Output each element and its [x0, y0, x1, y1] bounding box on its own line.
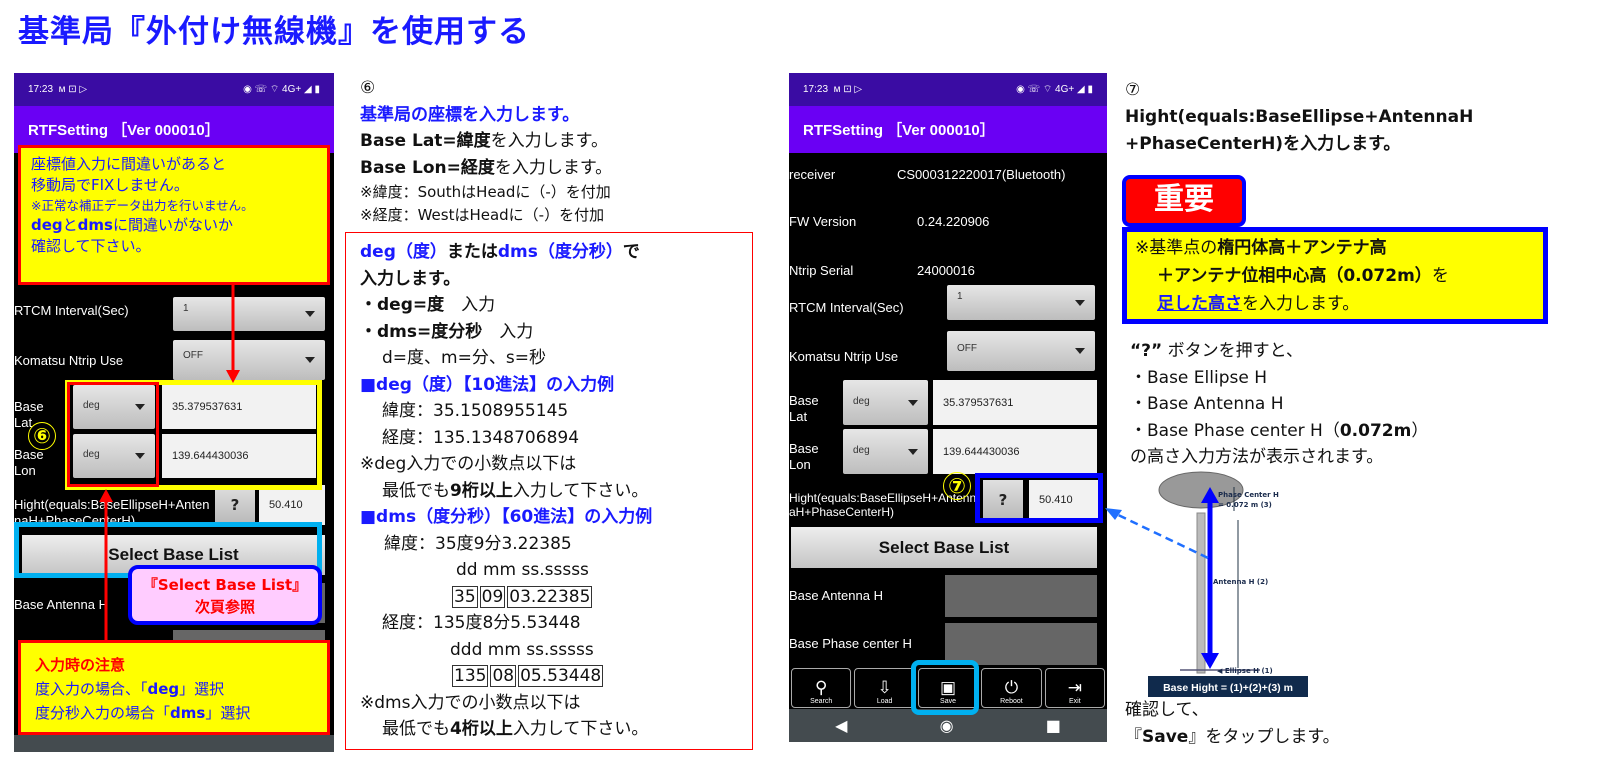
step-7-marker: ⑦: [943, 472, 971, 500]
back-icon[interactable]: ◀: [835, 716, 847, 735]
important-badge: 重要: [1122, 175, 1246, 227]
pole: [1196, 512, 1206, 674]
antenna-height-diagram: Phase Center H = 0.072 m (3) Antenna H (…: [1105, 471, 1308, 697]
select-base-list-callout: 『Select Base List』 次頁参照: [128, 565, 322, 625]
height-note-box: ※基準点の楕円体高＋アンテナ高 ＋アンテナ位相中心高（0.072m）を 足した高…: [1122, 227, 1548, 324]
load-icon: ⇩: [877, 678, 892, 697]
coordinate-warning-callout: 座標値入力に間違いがあると 移動局でFIXしません。 ※正常な補正データ出力を行い…: [18, 145, 330, 285]
phase-label: Base Phase center H: [789, 636, 912, 651]
base-hight-formula: Base Hight = (1)+(2)+(3) m: [1163, 682, 1293, 694]
lat-unit-dropdown[interactable]: deg: [843, 380, 928, 425]
save-highlight: [911, 660, 979, 715]
lat-label: Base Lat: [789, 393, 819, 424]
recents-icon[interactable]: ■: [1046, 716, 1061, 735]
exit-icon: ⇥: [1067, 678, 1082, 697]
select-base-list-button[interactable]: Select Base List: [791, 527, 1097, 568]
exit-button[interactable]: ⇥ Exit: [1044, 668, 1106, 708]
phase-center-label: Phase Center H: [1218, 491, 1279, 499]
search-icon: ⚲: [814, 678, 828, 697]
ellipse-h-label: ◀ Ellipse H (1): [1217, 667, 1273, 675]
power-icon: ⏻: [1004, 678, 1019, 697]
phase-center-value: = 0.072 m (3): [1218, 501, 1272, 509]
fw-label: FW Version: [789, 214, 857, 229]
search-button[interactable]: ⚲ Search: [791, 668, 852, 708]
step7-instructions: ⑦ Hight(equals:BaseEllipse+AntennaH +Pha…: [1125, 80, 1474, 154]
phone-screenshot-2: 17:23 ᴍ ⊡ ▷ ◉ ☏ ⌔ 4G+ ◢ ▮ RTFSetting ［Ver…: [789, 73, 1107, 742]
middle-instructions: ⑥ 基準局の座標を入力します。 Base Lat=緯度を入力します。 Base …: [360, 78, 613, 224]
chevron-down-icon: [1075, 299, 1085, 306]
lat-input[interactable]: 35.379537631: [933, 380, 1097, 425]
home-icon[interactable]: ◉: [940, 716, 954, 735]
notification-icons: ᴍ ⊡ ▷: [833, 84, 863, 95]
rtcm-label: RTCM Interval(Sec): [789, 300, 904, 315]
chevron-down-icon: [1075, 348, 1085, 354]
komatsu-label: Komatsu Ntrip Use: [789, 349, 899, 364]
komatsu-dropdown[interactable]: OFF: [947, 331, 1095, 371]
load-button[interactable]: ⇩ Load: [854, 668, 915, 708]
chevron-down-icon: [908, 448, 918, 455]
lon-label: Base Lon: [789, 441, 819, 472]
help-explanation: “?” ボタンを押すと、 ・Base Ellipse H ・Base Anten…: [1130, 341, 1429, 467]
serial-label: Ntrip Serial: [789, 263, 854, 278]
status-bar: 17:23 ᴍ ⊡ ▷ ◉ ☏ ⌔ 4G+ ◢ ▮: [789, 73, 1107, 106]
height-highlight-box: [975, 473, 1103, 523]
lon-input[interactable]: 139.644430036: [933, 429, 1097, 474]
system-icons: ◉ ☏ ⌔ 4G+ ◢ ▮: [1016, 84, 1093, 95]
phase-field[interactable]: [945, 623, 1097, 665]
pointer-arrow: [1111, 510, 1209, 560]
lon-unit-dropdown[interactable]: deg: [843, 429, 928, 474]
reboot-button[interactable]: ⏻ Reboot: [981, 668, 1042, 708]
antenna-h-label: Antenna H (2): [1213, 578, 1268, 586]
save-instruction: 確認して、 『Save』をタップします。: [1125, 700, 1340, 747]
fw-value: 0.24.220906: [917, 214, 990, 229]
input-caution-callout: 入力時の注意 度入力の場合、「deg」選択 度分秒入力の場合「dms」選択: [18, 640, 330, 735]
app-title: RTFSetting ［Ver 000010］: [789, 106, 1107, 153]
receiver-label: receiver: [789, 167, 836, 182]
rtcm-dropdown[interactable]: 1: [947, 285, 1095, 320]
antenna-field[interactable]: [945, 575, 1097, 617]
antenna-label: Base Antenna H: [789, 588, 883, 603]
serial-value: 24000016: [917, 263, 975, 278]
chevron-down-icon: [908, 399, 918, 406]
receiver-value: CS000312220017(Bluetooth): [897, 167, 1066, 182]
input-format-box: deg（度）またはdms（度分秒）で 入力します。 ・deg=度 入力 ・dms…: [345, 232, 753, 750]
